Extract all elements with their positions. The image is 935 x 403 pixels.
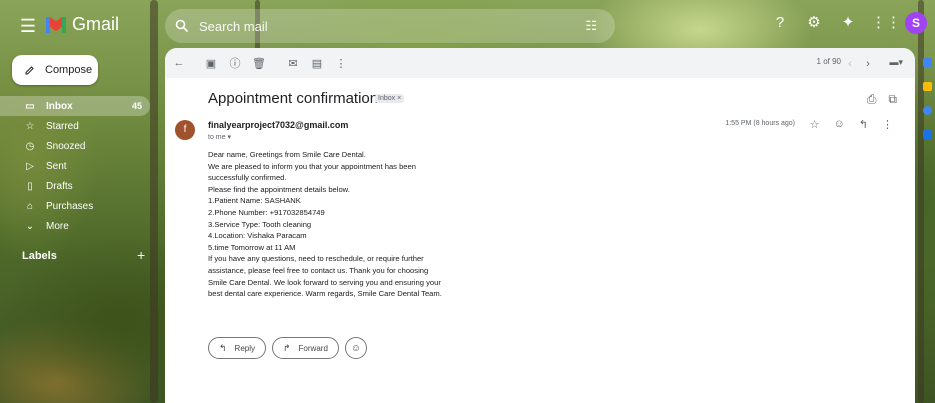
sidebar-item-more[interactable]: ⌄ More	[0, 216, 155, 236]
pager-count: 1 of 90	[816, 57, 841, 66]
forward-button[interactable]: ↱ Forward	[272, 337, 339, 359]
emoji-react-icon[interactable]: ☺	[834, 118, 845, 131]
sidebar-item-sent[interactable]: ▷ Sent	[0, 156, 155, 176]
mark-unread-icon[interactable]: ✉	[281, 51, 305, 75]
add-label-icon[interactable]: +	[137, 247, 145, 263]
compose-button[interactable]: Compose	[12, 55, 98, 85]
more-options-icon[interactable]: ⋮	[329, 51, 353, 75]
body-line: If you have any questions, need to resch…	[208, 254, 424, 264]
unread-count: 45	[131, 101, 142, 111]
input-tools-icon[interactable]: ▬▾	[889, 57, 903, 68]
newer-chevron-icon[interactable]: ‹	[841, 52, 859, 76]
email-body: Dear name, Greetings from Smile Care Den…	[208, 149, 478, 300]
email-toolbar: ← ▣ ⓘ 🗑 ✉ ▤ ⋮ 1 of 90 ‹ › ▬▾	[165, 48, 915, 78]
body-line: 4.Location: Vishaka Paracam	[208, 231, 307, 241]
move-to-icon[interactable]: ▤	[305, 51, 329, 75]
account-avatar[interactable]: S	[905, 12, 927, 34]
top-bar: ☰ Gmail Search mail ☷ ? ⚙ ✦ ⋮⋮ S	[0, 0, 935, 52]
help-icon[interactable]: ?	[769, 12, 791, 34]
side-panel-rail	[920, 52, 935, 403]
search-bar[interactable]: Search mail ☷	[165, 9, 615, 43]
reply-actions: ↰ Reply ↱ Forward ☺	[208, 337, 367, 359]
open-new-window-icon[interactable]: ⧉	[888, 92, 897, 107]
reply-icon[interactable]: ↰	[859, 118, 868, 131]
sidebar-item-label: Drafts	[46, 180, 73, 192]
body-line: Smile Care Dental. We look forward to se…	[208, 277, 441, 287]
contacts-icon[interactable]	[923, 130, 932, 139]
forward-icon: ↱	[283, 342, 291, 353]
inbox-label-chip[interactable]: Inbox ×	[375, 94, 405, 103]
sidebar-item-label: Sent	[46, 160, 67, 172]
sidebar-item-starred[interactable]: ☆ Starred	[0, 116, 155, 136]
sidebar-item-label: Purchases	[46, 200, 94, 212]
emoji-icon: ☺	[350, 342, 361, 354]
gmail-logo[interactable]: Gmail	[46, 14, 119, 35]
settings-gear-icon[interactable]: ⚙	[803, 12, 825, 34]
sidebar-item-purchases[interactable]: ⌂ Purchases	[0, 196, 155, 216]
app-name: Gmail	[72, 14, 120, 34]
body-line: 1.Patient Name: SASHANK	[208, 196, 301, 206]
pencil-icon	[25, 65, 34, 74]
body-line: 5.time Tomorrow at 11 AM	[208, 242, 296, 252]
reply-label: Reply	[234, 343, 255, 353]
main-menu-button[interactable]: ☰	[18, 16, 38, 36]
compose-label: Compose	[45, 64, 93, 76]
forward-label: Forward	[298, 343, 328, 353]
sender-avatar[interactable]: f	[175, 120, 195, 140]
sidebar-item-label: More	[46, 220, 69, 232]
star-icon[interactable]: ☆	[810, 118, 820, 131]
keep-icon[interactable]	[923, 82, 932, 91]
sidebar-item-label: Starred	[46, 120, 79, 132]
more-options-icon[interactable]: ⋮	[882, 118, 893, 131]
sparkle-icon[interactable]: ✦	[837, 12, 859, 34]
body-line: Please find the appointment details belo…	[208, 184, 350, 194]
pager-buttons: ‹ ›	[841, 52, 877, 76]
tasks-icon[interactable]	[923, 106, 932, 115]
gmail-logo-icon	[46, 16, 66, 33]
top-right-icons: ? ⚙ ✦ ⋮⋮ S	[769, 12, 927, 34]
sidebar-item-snoozed[interactable]: ◷ Snoozed	[0, 136, 155, 156]
sidebar-item-inbox[interactable]: ▭ Inbox 45	[0, 96, 150, 116]
clock-icon: ◷	[25, 140, 35, 152]
sidebar-item-label: Inbox	[46, 100, 73, 112]
body-line: 3.Service Type: Tooth cleaning	[208, 219, 312, 229]
back-arrow-icon[interactable]: ←	[167, 51, 191, 75]
search-icon[interactable]	[165, 9, 199, 43]
chevron-down-icon: ⌄	[25, 220, 35, 232]
body-line: best dental care experience. Warm regard…	[208, 289, 442, 299]
thread-actions: ⎙ ⧉	[867, 92, 897, 107]
apps-grid-icon[interactable]: ⋮⋮	[871, 12, 901, 34]
emoji-react-button[interactable]: ☺	[344, 337, 367, 359]
body-line: successfully confirmed.	[208, 173, 287, 183]
draft-icon: ▯	[27, 180, 33, 192]
tag-icon: ⌂	[26, 200, 34, 212]
body-line: 2.Phone Number: +917032854749	[208, 207, 325, 217]
message-actions: ☆ ☺ ↰ ⋮	[810, 118, 893, 131]
recipient-details[interactable]: to me ▾	[208, 133, 231, 141]
body-line: Dear name, Greetings from Smile Care Den…	[208, 150, 366, 159]
body-line: assistance, please feel free to contact …	[208, 265, 429, 275]
email-subject: Appointment confirmation	[208, 90, 379, 107]
older-chevron-icon[interactable]: ›	[859, 52, 877, 76]
search-input[interactable]: Search mail	[199, 19, 268, 34]
email-timestamp: 1:55 PM (8 hours ago)	[725, 120, 795, 127]
sender-email[interactable]: finalyearproject7032@gmail.com	[208, 120, 348, 130]
print-icon[interactable]: ⎙	[867, 92, 877, 107]
search-options-icon[interactable]: ☷	[585, 18, 597, 34]
reply-button[interactable]: ↰ Reply	[208, 337, 266, 359]
archive-icon[interactable]: ▣	[199, 51, 223, 75]
sidebar-item-label: Snoozed	[46, 140, 86, 152]
sidebar-item-drafts[interactable]: ▯ Drafts	[0, 176, 155, 196]
star-icon: ☆	[25, 120, 35, 132]
report-spam-icon[interactable]: ⓘ	[223, 51, 247, 75]
delete-icon[interactable]: 🗑	[247, 51, 271, 75]
calendar-icon[interactable]	[923, 58, 932, 67]
send-icon: ▷	[26, 160, 34, 172]
body-line: We are pleased to inform you that your a…	[208, 161, 416, 171]
inbox-icon: ▭	[25, 100, 35, 112]
reply-icon: ↰	[219, 342, 227, 353]
email-view: ← ▣ ⓘ 🗑 ✉ ▤ ⋮ 1 of 90 ‹ › ▬▾ Appointment…	[165, 48, 915, 403]
labels-header: Labels	[22, 250, 57, 262]
sidebar-nav: ▭ Inbox 45 ☆ Starred ◷ Snoozed ▷ Sent ▯ …	[0, 96, 155, 236]
